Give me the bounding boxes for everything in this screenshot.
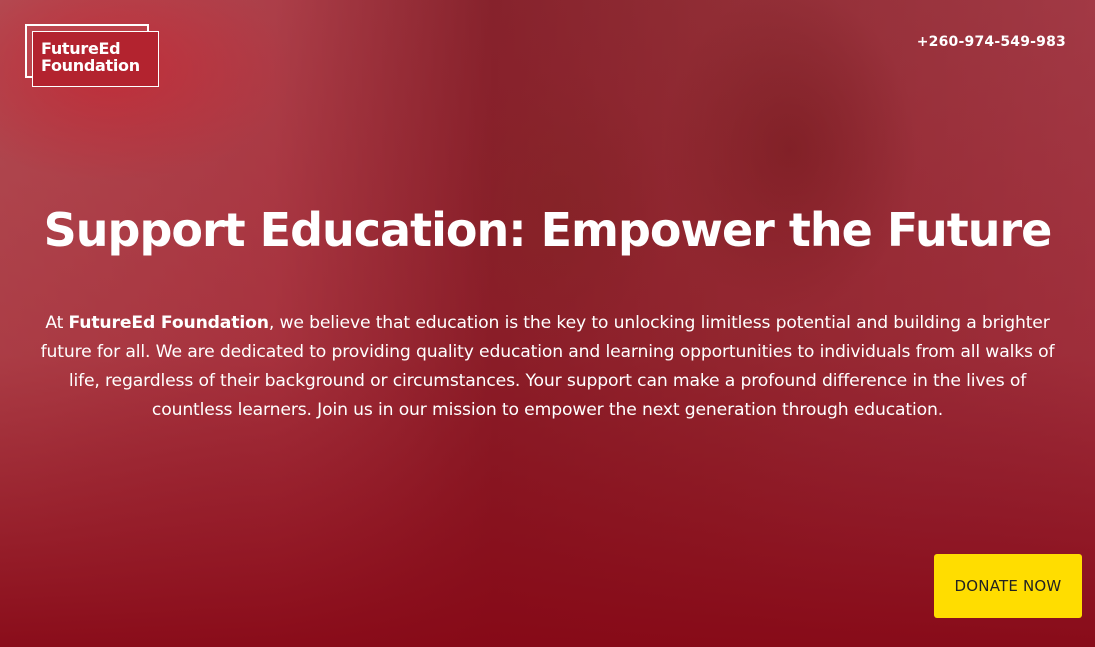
page-title: Support Education: Empower the Future <box>43 203 1053 257</box>
donate-now-button[interactable]: DONATE NOW <box>934 554 1082 618</box>
logo-text-line1: FutureEd <box>41 39 121 58</box>
hero-description: At FutureEd Foundation, we believe that … <box>40 309 1055 425</box>
description-org-name: FutureEd Foundation <box>68 313 269 333</box>
phone-number-link[interactable]: +260-974-549-983 <box>917 34 1066 50</box>
logo[interactable]: FutureEd Foundation <box>25 24 159 87</box>
logo-box: FutureEd Foundation <box>32 31 159 87</box>
description-prefix: At <box>45 313 69 333</box>
logo-text-line2: Foundation <box>41 56 140 75</box>
hero-section: FutureEd Foundation +260-974-549-983 Sup… <box>0 0 1095 647</box>
